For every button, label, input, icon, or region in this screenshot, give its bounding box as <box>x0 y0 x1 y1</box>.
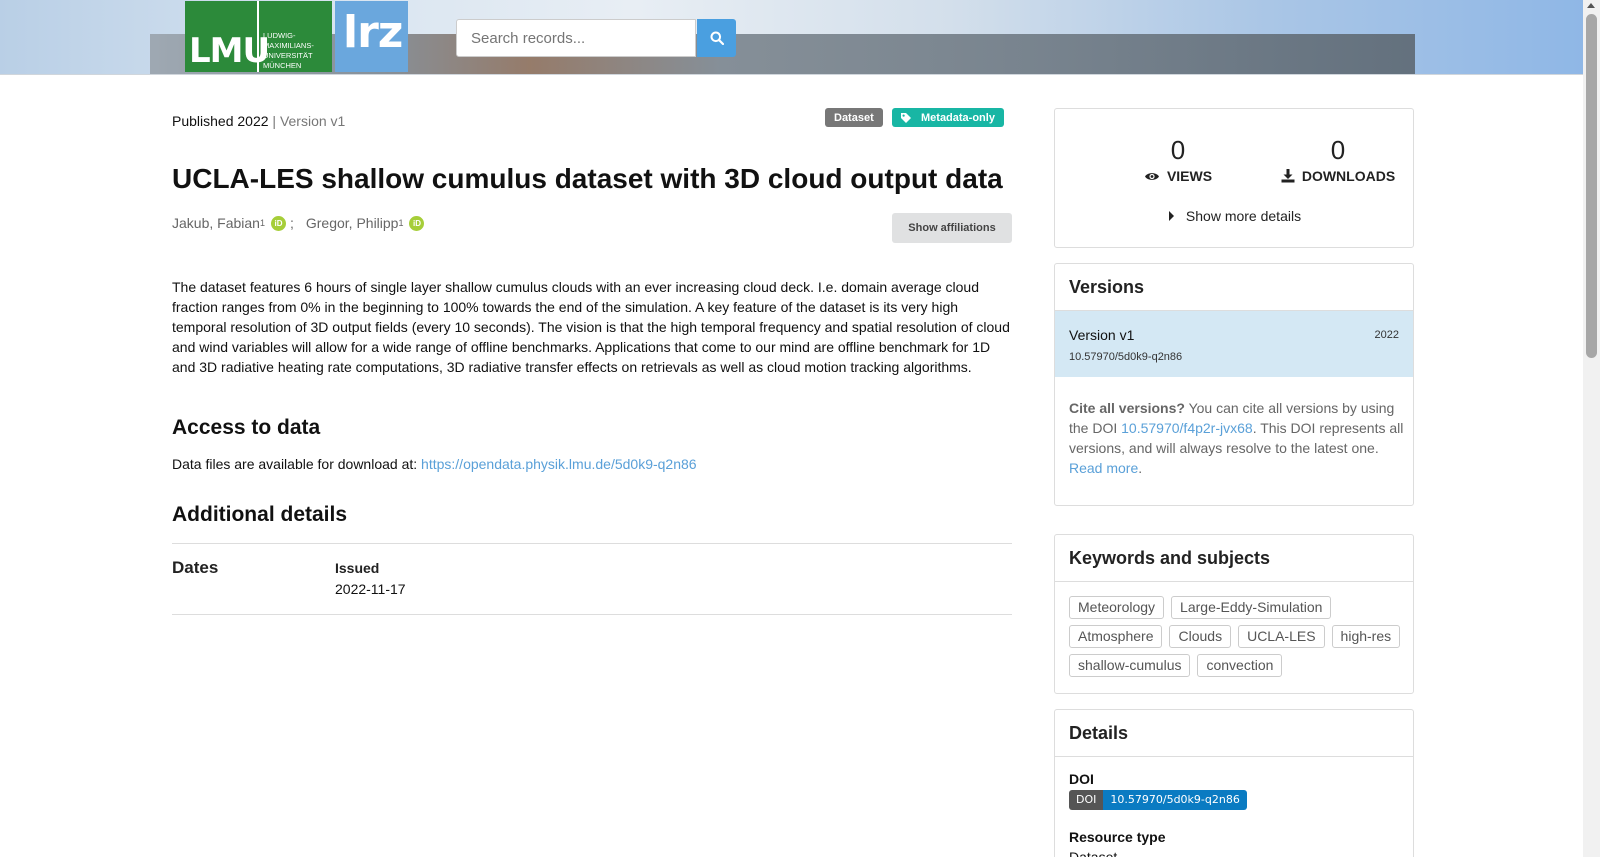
resource-type-value: Dataset <box>1069 849 1118 857</box>
access-data-link[interactable]: https://opendata.physik.lmu.de/5d0k9-q2n… <box>421 456 697 472</box>
resource-type-badge: Dataset <box>825 108 883 127</box>
details-title: Details <box>1069 723 1129 743</box>
concept-doi-link[interactable]: 10.57970/f4p2r-jvx68 <box>1121 420 1253 436</box>
publine-separator: | <box>272 113 280 129</box>
divider <box>1055 756 1413 757</box>
cite-all-versions: Cite all versions? You can cite all vers… <box>1069 398 1404 478</box>
lrz-logo[interactable]: lrz <box>335 1 408 72</box>
doi-badge-prefix: DOI <box>1069 790 1104 810</box>
creator-affiliation-index: 1 <box>259 218 265 228</box>
show-more-details-label: Show more details <box>1185 208 1302 224</box>
access-heading: Access to data <box>172 416 321 439</box>
views-label-row: VIEWS <box>1108 168 1248 184</box>
keyword-list: Meteorology Large-Eddy-Simulation Atmosp… <box>1069 596 1409 677</box>
access-text: Data files are available for download at… <box>172 456 697 472</box>
cite-all-heading: Cite all versions? <box>1069 400 1185 416</box>
keyword-tag[interactable]: high-res <box>1331 625 1401 648</box>
orcid-icon[interactable]: iD <box>270 215 286 231</box>
creator-affiliation-index: 1 <box>398 218 404 228</box>
divider <box>1055 581 1413 582</box>
creators-list: Jakub, Fabian 1 iD ; Gregor, Philipp 1 iD <box>172 215 428 231</box>
keywords-card: Keywords and subjects Meteorology Large-… <box>1054 534 1414 694</box>
download-icon <box>1281 169 1295 183</box>
creator-name[interactable]: Jakub, Fabian <box>172 215 260 231</box>
downloads-label-row: DOWNLOADS <box>1268 168 1408 184</box>
version-item[interactable]: Version v1 2022 10.57970/5d0k9-q2n86 <box>1055 311 1413 377</box>
read-more-link[interactable]: Read more <box>1069 460 1138 476</box>
views-stat: 0 VIEWS <box>1108 135 1248 184</box>
eye-icon <box>1144 172 1159 180</box>
search-button[interactable] <box>697 19 736 57</box>
access-badge-label: Metadata-only <box>921 111 995 124</box>
lmu-logo-divider <box>257 1 259 72</box>
downloads-label: DOWNLOADS <box>1301 168 1396 184</box>
page-scrollbar[interactable] <box>1583 0 1600 857</box>
dates-label: Dates <box>172 558 219 577</box>
publication-info: Published 2022 | Version v1 <box>172 113 345 129</box>
dates-section: Dates Issued 2022-11-17 <box>172 543 1012 615</box>
views-count: 0 <box>1170 135 1186 165</box>
record-title: UCLA-LES shallow cumulus dataset with 3D… <box>172 163 1003 194</box>
keyword-tag[interactable]: Atmosphere <box>1069 625 1163 648</box>
lmu-logo[interactable]: LMU LUDWIG- MAXIMILIANS- UNIVERSITÄT MÜN… <box>185 1 332 72</box>
creator-separator: ; <box>289 215 294 231</box>
search-icon <box>710 31 724 45</box>
read-more-period: . <box>1138 460 1143 476</box>
show-affiliations-button[interactable]: Show affiliations <box>892 213 1012 243</box>
creator-name[interactable]: Gregor, Philipp <box>306 215 399 231</box>
stats-card: 0 VIEWS 0 DOWNLOADS Show more details <box>1054 108 1414 248</box>
tag-icon <box>901 112 911 123</box>
views-label: VIEWS <box>1166 168 1213 184</box>
orcid-icon[interactable]: iD <box>409 215 425 231</box>
show-more-details-toggle[interactable]: Show more details <box>1055 208 1415 224</box>
versions-card: Versions Version v1 2022 10.57970/5d0k9-… <box>1054 263 1414 506</box>
version-doi: 10.57970/5d0k9-q2n86 <box>1069 351 1183 363</box>
keyword-tag[interactable]: UCLA-LES <box>1238 625 1325 648</box>
version-year: 2022 <box>1374 329 1399 341</box>
issued-date: 2022-11-17 <box>335 581 406 597</box>
keyword-tag[interactable]: Meteorology <box>1069 596 1165 619</box>
keyword-tag[interactable]: convection <box>1197 654 1283 677</box>
issued-label: Issued <box>335 560 380 576</box>
record-description: The dataset features 6 hours of single l… <box>172 279 1010 375</box>
published-date: Published 2022 <box>172 113 269 129</box>
caret-right-icon <box>1168 211 1174 221</box>
downloads-count: 0 <box>1330 135 1346 165</box>
lmu-logo-subtext: LUDWIG- MAXIMILIANS- UNIVERSITÄT MÜNCHEN <box>263 31 314 70</box>
keyword-tag[interactable]: Clouds <box>1169 625 1232 648</box>
scrollbar-thumb[interactable] <box>1586 14 1597 358</box>
doi-badge[interactable]: DOI 10.57970/5d0k9-q2n86 <box>1069 790 1247 810</box>
downloads-stat: 0 DOWNLOADS <box>1268 135 1408 184</box>
details-card: Details DOI DOI 10.57970/5d0k9-q2n86 Res… <box>1054 709 1414 857</box>
keyword-tag[interactable]: Large-Eddy-Simulation <box>1171 596 1332 619</box>
keywords-title: Keywords and subjects <box>1069 548 1271 568</box>
doi-label: DOI <box>1069 771 1094 787</box>
resource-type-label: Resource type <box>1069 829 1166 845</box>
version-label: Version v1 <box>279 113 346 129</box>
access-badge: Metadata-only <box>892 108 1004 127</box>
site-header: LMU LUDWIG- MAXIMILIANS- UNIVERSITÄT MÜN… <box>0 0 1583 75</box>
keyword-tag[interactable]: shallow-cumulus <box>1069 654 1191 677</box>
search-input[interactable] <box>456 19 696 57</box>
scroll-up-arrow[interactable] <box>1587 3 1595 8</box>
additional-details-heading: Additional details <box>172 503 348 526</box>
versions-title: Versions <box>1069 277 1145 297</box>
access-text-label: Data files are available for download at… <box>172 456 418 472</box>
version-name[interactable]: Version v1 <box>1069 327 1134 343</box>
doi-badge-value: 10.57970/5d0k9-q2n86 <box>1103 790 1247 810</box>
